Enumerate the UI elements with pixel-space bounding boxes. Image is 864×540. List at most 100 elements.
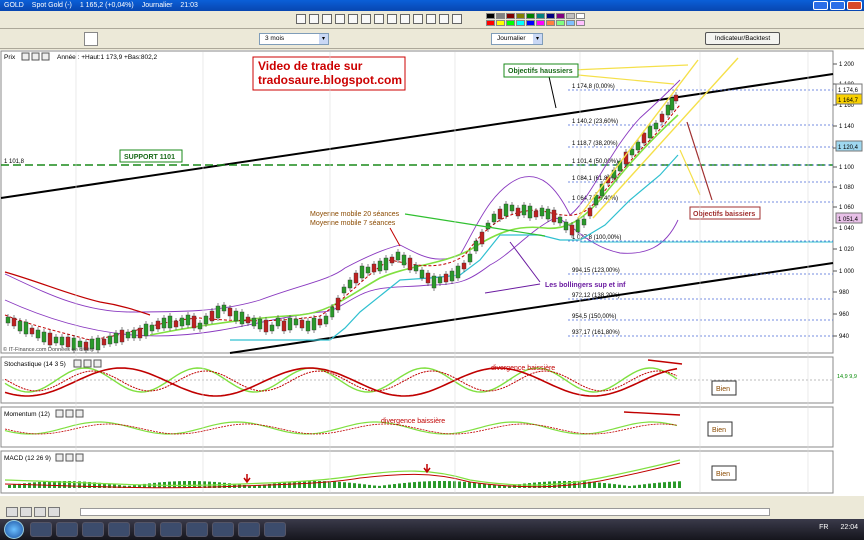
macd-bar [368, 484, 371, 488]
period-select[interactable]: 3 mois ▾ [259, 33, 329, 45]
arrow-tool-icon[interactable] [426, 14, 436, 24]
price-panel-title: Prix [4, 54, 16, 61]
candle-body [521, 204, 527, 216]
candle-body [335, 297, 341, 311]
chart-tool-icon[interactable] [84, 32, 98, 46]
fib-label: 1 101,4 (50,00%) [572, 159, 618, 165]
macd-bar [23, 483, 26, 488]
y-tick-label: 1 140 [839, 124, 855, 130]
zoom-icon[interactable] [309, 14, 319, 24]
candle-body [17, 320, 23, 332]
macd-bar [183, 481, 186, 488]
candle-body [563, 221, 569, 231]
candle-body [275, 317, 281, 327]
macd-bar [298, 481, 301, 488]
macd-bar [48, 481, 51, 488]
candle-body [485, 222, 491, 230]
settings-toolbar: 3 mois ▾ Journalier ▾ Indicateur/Backtest [0, 29, 864, 49]
candle-body [587, 207, 593, 217]
fibonacci-tool-icon[interactable] [374, 14, 384, 24]
candle-body [653, 122, 659, 130]
title-symbol: GOLD [4, 2, 24, 9]
close-button[interactable] [847, 1, 862, 10]
properties-icon[interactable] [452, 14, 462, 24]
candle-body [221, 304, 227, 312]
line-tool-icon[interactable] [335, 14, 345, 24]
candle-body [155, 320, 161, 330]
macd-bar [13, 484, 16, 488]
macd-bar [528, 483, 531, 488]
support-value: 1 101,8 [4, 159, 25, 165]
chart-nav-buttons[interactable] [6, 507, 66, 517]
fib-label: 954,5 (150,00%) [572, 314, 616, 320]
bottom-scroll-area [0, 496, 864, 519]
candle-body [125, 331, 131, 339]
maximize-button[interactable] [830, 1, 845, 10]
scale-select[interactable]: Journalier ▾ [491, 33, 543, 45]
momentum-panel-title: Momentum (12) [4, 411, 50, 418]
candle-body [131, 329, 137, 339]
macd-bar [353, 483, 356, 488]
candle-body [41, 331, 47, 343]
candle-body [113, 332, 119, 344]
ma7-label: Moyenne mobile 7 séances [310, 220, 396, 227]
candle-body [35, 329, 41, 339]
chart-area[interactable]: Prix Année : +Haut:1 173,9 +Bas:802,2 St… [0, 50, 864, 496]
watermark-line-1: Video de trade sur [258, 59, 363, 73]
macd-bar [643, 484, 646, 488]
indicator-backtest-button[interactable]: Indicateur/Backtest [705, 32, 780, 45]
candle-body [665, 104, 671, 116]
macd-bar [413, 482, 416, 488]
crosshair-icon[interactable] [322, 14, 332, 24]
language-indicator[interactable]: FR [819, 524, 828, 531]
y-tick-label: 1 020 [839, 247, 855, 253]
minimize-button[interactable] [813, 1, 828, 10]
color-palette[interactable] [486, 13, 585, 26]
chart-svg[interactable]: Prix Année : +Haut:1 173,9 +Bas:802,2 St… [0, 50, 864, 496]
period-select-value: 3 mois [265, 35, 285, 42]
candle-body [371, 263, 377, 273]
candle-body [161, 317, 167, 329]
channel-tool-icon[interactable] [387, 14, 397, 24]
candle-body [641, 132, 647, 144]
candle-body [215, 305, 221, 319]
macd-bar [273, 483, 276, 488]
delete-icon[interactable] [439, 14, 449, 24]
y-tick-label: 1 100 [839, 165, 855, 171]
stoch-note: divergence baissière [491, 365, 555, 372]
candle-body [191, 315, 197, 329]
drawing-tools [296, 14, 462, 24]
candle-body [509, 204, 515, 212]
ellipse-tool-icon[interactable] [413, 14, 423, 24]
candle-body [491, 213, 497, 223]
macd-bar [628, 485, 631, 488]
app-window: GOLD Spot Gold (-) 1 165,2 (+0,04%) Jour… [0, 0, 864, 540]
macd-bar [458, 481, 461, 488]
candle-body [413, 264, 419, 272]
candle-body [449, 270, 455, 282]
candle-body [443, 273, 449, 283]
macd-bar [623, 485, 626, 488]
ma20-label: Moyenne mobile 20 séances [310, 211, 400, 218]
pointer-icon[interactable] [296, 14, 306, 24]
candle-body [5, 316, 11, 324]
candle-body [101, 338, 107, 346]
macd-bar [448, 481, 451, 488]
rectangle-tool-icon[interactable] [400, 14, 410, 24]
candle-body [539, 207, 545, 217]
candle-body [11, 317, 17, 327]
candle-body [305, 320, 311, 332]
start-button[interactable] [4, 520, 24, 539]
candle-body [197, 322, 203, 330]
candle-body [239, 311, 245, 325]
price-badge-text: 1 164,7 [838, 98, 859, 104]
copyright-text: © IT-Finance.com Données en différé [3, 346, 94, 353]
fib-label: 994,15 (123,00%) [572, 268, 620, 274]
horizontal-scrollbar[interactable] [80, 508, 770, 516]
candle-body [209, 310, 215, 322]
hline-tool-icon[interactable] [348, 14, 358, 24]
text-tool-icon[interactable] [361, 14, 371, 24]
macd-bar [8, 485, 11, 488]
taskbar-apps[interactable] [30, 522, 286, 537]
macd-panel-title: MACD (12 26 9) [4, 455, 51, 462]
